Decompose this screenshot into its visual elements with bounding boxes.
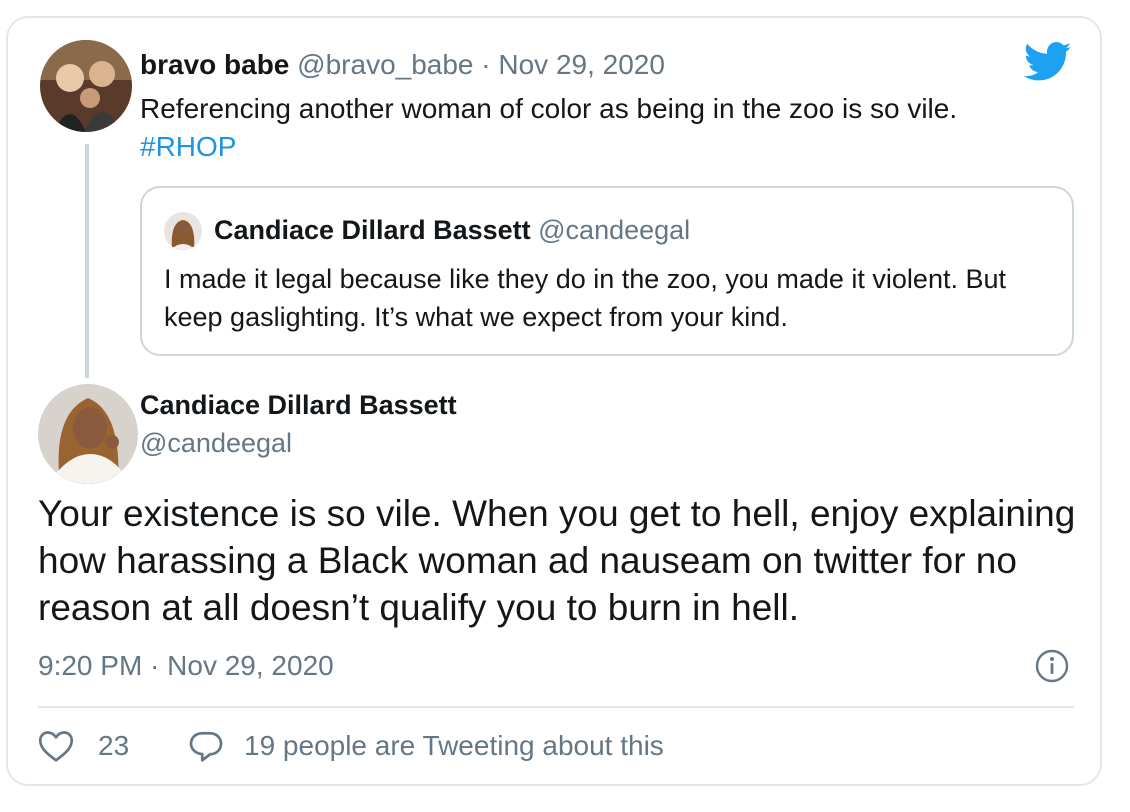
- main-author-name[interactable]: Candiace Dillard Bassett: [140, 388, 457, 422]
- parent-tweet-text: Referencing another woman of color as be…: [140, 90, 1070, 166]
- parent-tweet-body: Referencing another woman of color as be…: [140, 93, 958, 124]
- main-author-handle[interactable]: @candeegal: [140, 426, 292, 460]
- main-tweet-text: Your existence is so vile. When you get …: [38, 493, 1076, 628]
- info-icon[interactable]: [1034, 648, 1070, 684]
- hashtag-link[interactable]: #RHOP: [140, 128, 1070, 166]
- heart-icon[interactable]: [38, 729, 74, 763]
- quoted-author-name[interactable]: Candiace Dillard Bassett: [214, 215, 531, 245]
- tweeting-about-text[interactable]: 19 people are Tweeting about this: [244, 730, 664, 762]
- parent-tweet-header: bravo babe @bravo_babe · Nov 29, 2020: [140, 48, 665, 82]
- speech-bubble-icon[interactable]: [188, 729, 224, 763]
- tweeting-about-link[interactable]: 19 people are Tweeting about this: [188, 724, 664, 768]
- embedded-tweet-card: bravo babe @bravo_babe · Nov 29, 2020 Re…: [6, 16, 1102, 786]
- quoted-tweet-text: I made it legal because like they do in …: [164, 264, 1006, 332]
- thread-connector-line: [85, 144, 89, 378]
- parent-tweet-date[interactable]: Nov 29, 2020: [498, 49, 665, 80]
- like-count: 23: [98, 730, 130, 761]
- header-separator: ·: [481, 49, 491, 80]
- twitter-bird-icon[interactable]: [1023, 42, 1072, 82]
- like-button[interactable]: 23: [38, 724, 129, 768]
- parent-author-handle[interactable]: @bravo_babe: [297, 49, 473, 80]
- parent-author-avatar[interactable]: [40, 40, 132, 132]
- quoted-tweet-card[interactable]: Candiace Dillard Bassett @candeegal I ma…: [140, 186, 1074, 356]
- quoted-author-handle[interactable]: @candeegal: [538, 215, 690, 245]
- tweet-timestamp[interactable]: 9:20 PM · Nov 29, 2020: [38, 648, 334, 684]
- main-author-avatar[interactable]: [38, 384, 138, 484]
- actions-divider: [38, 706, 1074, 708]
- quoted-tweet-header: Candiace Dillard Bassett @candeegal: [214, 212, 690, 248]
- quoted-author-avatar[interactable]: [164, 212, 202, 250]
- parent-author-name[interactable]: bravo babe: [140, 49, 289, 80]
